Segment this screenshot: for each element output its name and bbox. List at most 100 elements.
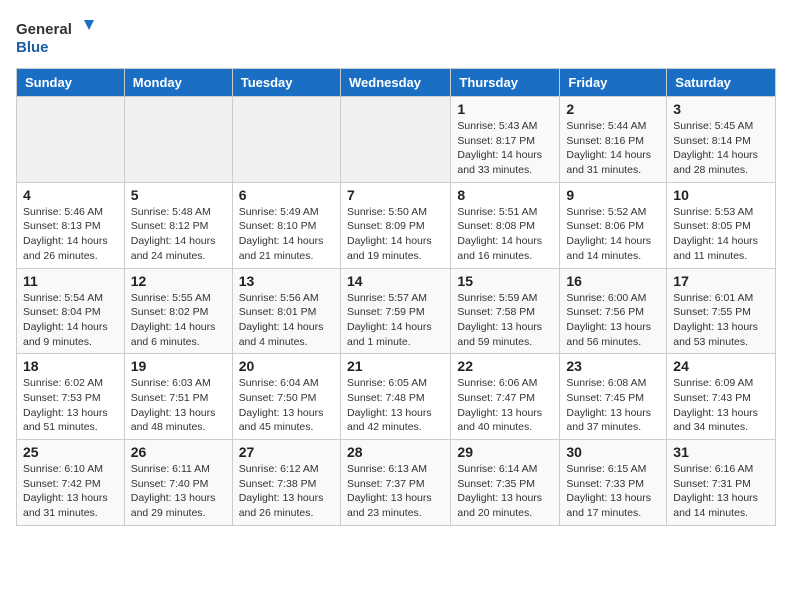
svg-text:Blue: Blue [16, 39, 49, 56]
day-number: 3 [673, 101, 769, 117]
page-header: GeneralBlue [16, 16, 776, 56]
day-detail: Sunrise: 5:49 AM Sunset: 8:10 PM Dayligh… [239, 205, 334, 264]
weekday-header-monday: Monday [124, 69, 232, 97]
calendar-cell: 30 Sunrise: 6:15 AM Sunset: 7:33 PM Dayli… [560, 440, 667, 526]
day-number: 4 [23, 187, 118, 203]
logo: GeneralBlue [16, 16, 106, 56]
day-number: 11 [23, 273, 118, 289]
day-detail: Sunrise: 5:59 AM Sunset: 7:58 PM Dayligh… [457, 291, 553, 350]
calendar-cell [17, 97, 125, 183]
calendar-cell: 4 Sunrise: 5:46 AM Sunset: 8:13 PM Daylig… [17, 182, 125, 268]
logo-svg: GeneralBlue [16, 16, 106, 56]
calendar-cell: 28 Sunrise: 6:13 AM Sunset: 7:37 PM Dayli… [340, 440, 450, 526]
day-detail: Sunrise: 5:44 AM Sunset: 8:16 PM Dayligh… [566, 119, 660, 178]
day-number: 2 [566, 101, 660, 117]
day-number: 12 [131, 273, 226, 289]
day-detail: Sunrise: 6:16 AM Sunset: 7:31 PM Dayligh… [673, 462, 769, 521]
day-detail: Sunrise: 6:09 AM Sunset: 7:43 PM Dayligh… [673, 376, 769, 435]
day-number: 15 [457, 273, 553, 289]
day-detail: Sunrise: 5:56 AM Sunset: 8:01 PM Dayligh… [239, 291, 334, 350]
calendar-week-row: 25 Sunrise: 6:10 AM Sunset: 7:42 PM Dayli… [17, 440, 776, 526]
day-number: 1 [457, 101, 553, 117]
day-number: 31 [673, 444, 769, 460]
day-detail: Sunrise: 6:15 AM Sunset: 7:33 PM Dayligh… [566, 462, 660, 521]
calendar-table: SundayMondayTuesdayWednesdayThursdayFrid… [16, 68, 776, 526]
calendar-cell: 21 Sunrise: 6:05 AM Sunset: 7:48 PM Dayli… [340, 354, 450, 440]
calendar-cell: 29 Sunrise: 6:14 AM Sunset: 7:35 PM Dayli… [451, 440, 560, 526]
day-number: 7 [347, 187, 444, 203]
day-detail: Sunrise: 5:51 AM Sunset: 8:08 PM Dayligh… [457, 205, 553, 264]
calendar-cell: 17 Sunrise: 6:01 AM Sunset: 7:55 PM Dayli… [667, 268, 776, 354]
day-detail: Sunrise: 6:12 AM Sunset: 7:38 PM Dayligh… [239, 462, 334, 521]
calendar-cell: 6 Sunrise: 5:49 AM Sunset: 8:10 PM Daylig… [232, 182, 340, 268]
calendar-week-row: 18Sunrise: 6:02 AM Sunset: 7:53 PM Dayli… [17, 354, 776, 440]
calendar-cell: 23Sunrise: 6:08 AM Sunset: 7:45 PM Dayli… [560, 354, 667, 440]
day-detail: Sunrise: 6:03 AM Sunset: 7:51 PM Dayligh… [131, 376, 226, 435]
day-detail: Sunrise: 6:05 AM Sunset: 7:48 PM Dayligh… [347, 376, 444, 435]
day-detail: Sunrise: 5:46 AM Sunset: 8:13 PM Dayligh… [23, 205, 118, 264]
calendar-cell: 11 Sunrise: 5:54 AM Sunset: 8:04 PM Dayli… [17, 268, 125, 354]
calendar-cell: 14 Sunrise: 5:57 AM Sunset: 7:59 PM Dayli… [340, 268, 450, 354]
calendar-cell: 24Sunrise: 6:09 AM Sunset: 7:43 PM Dayli… [667, 354, 776, 440]
day-number: 30 [566, 444, 660, 460]
calendar-cell: 15 Sunrise: 5:59 AM Sunset: 7:58 PM Dayli… [451, 268, 560, 354]
calendar-week-row: 11 Sunrise: 5:54 AM Sunset: 8:04 PM Dayli… [17, 268, 776, 354]
day-detail: Sunrise: 6:11 AM Sunset: 7:40 PM Dayligh… [131, 462, 226, 521]
day-detail: Sunrise: 5:54 AM Sunset: 8:04 PM Dayligh… [23, 291, 118, 350]
day-detail: Sunrise: 6:06 AM Sunset: 7:47 PM Dayligh… [457, 376, 553, 435]
calendar-cell: 25 Sunrise: 6:10 AM Sunset: 7:42 PM Dayli… [17, 440, 125, 526]
day-detail: Sunrise: 5:55 AM Sunset: 8:02 PM Dayligh… [131, 291, 226, 350]
day-number: 13 [239, 273, 334, 289]
day-number: 25 [23, 444, 118, 460]
day-number: 29 [457, 444, 553, 460]
day-number: 8 [457, 187, 553, 203]
calendar-week-row: 4 Sunrise: 5:46 AM Sunset: 8:13 PM Daylig… [17, 182, 776, 268]
day-detail: Sunrise: 6:01 AM Sunset: 7:55 PM Dayligh… [673, 291, 769, 350]
calendar-cell [124, 97, 232, 183]
day-number: 5 [131, 187, 226, 203]
day-number: 14 [347, 273, 444, 289]
day-number: 17 [673, 273, 769, 289]
day-number: 16 [566, 273, 660, 289]
day-number: 19 [131, 358, 226, 374]
day-detail: Sunrise: 6:14 AM Sunset: 7:35 PM Dayligh… [457, 462, 553, 521]
day-number: 10 [673, 187, 769, 203]
calendar-cell [232, 97, 340, 183]
calendar-cell: 16 Sunrise: 6:00 AM Sunset: 7:56 PM Dayli… [560, 268, 667, 354]
weekday-header-friday: Friday [560, 69, 667, 97]
day-detail: Sunrise: 6:00 AM Sunset: 7:56 PM Dayligh… [566, 291, 660, 350]
day-detail: Sunrise: 5:52 AM Sunset: 8:06 PM Dayligh… [566, 205, 660, 264]
day-detail: Sunrise: 6:04 AM Sunset: 7:50 PM Dayligh… [239, 376, 334, 435]
calendar-cell: 20 Sunrise: 6:04 AM Sunset: 7:50 PM Dayli… [232, 354, 340, 440]
calendar-cell [340, 97, 450, 183]
day-number: 6 [239, 187, 334, 203]
day-detail: Sunrise: 6:10 AM Sunset: 7:42 PM Dayligh… [23, 462, 118, 521]
day-detail: Sunrise: 5:43 AM Sunset: 8:17 PM Dayligh… [457, 119, 553, 178]
calendar-cell: 13 Sunrise: 5:56 AM Sunset: 8:01 PM Dayli… [232, 268, 340, 354]
calendar-cell: 5 Sunrise: 5:48 AM Sunset: 8:12 PM Daylig… [124, 182, 232, 268]
calendar-week-row: 1 Sunrise: 5:43 AM Sunset: 8:17 PM Daylig… [17, 97, 776, 183]
day-number: 20 [239, 358, 334, 374]
calendar-cell: 10Sunrise: 5:53 AM Sunset: 8:05 PM Dayli… [667, 182, 776, 268]
day-number: 26 [131, 444, 226, 460]
day-number: 22 [457, 358, 553, 374]
day-number: 9 [566, 187, 660, 203]
svg-text:General: General [16, 21, 72, 38]
day-number: 27 [239, 444, 334, 460]
day-number: 28 [347, 444, 444, 460]
day-number: 21 [347, 358, 444, 374]
calendar-cell: 22 Sunrise: 6:06 AM Sunset: 7:47 PM Dayli… [451, 354, 560, 440]
weekday-header-wednesday: Wednesday [340, 69, 450, 97]
day-detail: Sunrise: 6:13 AM Sunset: 7:37 PM Dayligh… [347, 462, 444, 521]
calendar-cell: 3 Sunrise: 5:45 AM Sunset: 8:14 PM Daylig… [667, 97, 776, 183]
day-detail: Sunrise: 5:57 AM Sunset: 7:59 PM Dayligh… [347, 291, 444, 350]
day-detail: Sunrise: 5:45 AM Sunset: 8:14 PM Dayligh… [673, 119, 769, 178]
calendar-cell: 7Sunrise: 5:50 AM Sunset: 8:09 PM Daylig… [340, 182, 450, 268]
day-number: 18 [23, 358, 118, 374]
weekday-header-row: SundayMondayTuesdayWednesdayThursdayFrid… [17, 69, 776, 97]
weekday-header-saturday: Saturday [667, 69, 776, 97]
day-detail: Sunrise: 5:48 AM Sunset: 8:12 PM Dayligh… [131, 205, 226, 264]
calendar-cell: 9 Sunrise: 5:52 AM Sunset: 8:06 PM Daylig… [560, 182, 667, 268]
calendar-cell: 26 Sunrise: 6:11 AM Sunset: 7:40 PM Dayli… [124, 440, 232, 526]
calendar-cell: 31 Sunrise: 6:16 AM Sunset: 7:31 PM Dayli… [667, 440, 776, 526]
